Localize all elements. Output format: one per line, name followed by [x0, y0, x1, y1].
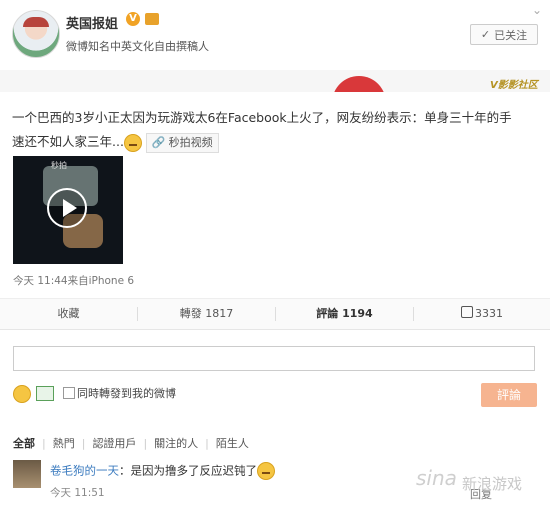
verified-badge-icon: V: [126, 12, 140, 26]
banner-logo: V影影社区: [490, 80, 538, 91]
like-count: 3331: [475, 307, 503, 320]
image-icon[interactable]: [36, 386, 54, 401]
crown-icon: [145, 13, 159, 25]
action-bar: 收藏 轉發 1817 評論 1194 3331: [0, 298, 550, 330]
comment-text: ：是因为撸多了反应迟钝了: [119, 463, 257, 478]
comment-line: 卷毛狗的一天：是因为撸多了反应迟钝了: [50, 462, 275, 480]
ad-banner[interactable]: V影影社区: [0, 70, 550, 92]
post-body: 一个巴西的3岁小正太因为玩游戏太6在Facebook上火了，网友纷纷表示：单身三…: [12, 110, 512, 149]
video-thumbnail[interactable]: 秒拍: [13, 156, 123, 264]
banner-graphic: [332, 76, 386, 92]
commenter-name[interactable]: 卷毛狗的一天: [50, 464, 119, 478]
user-avatar[interactable]: [12, 10, 60, 58]
repost-checkbox-label: 同時轉發到我的微博: [77, 387, 176, 400]
cat-emoji-icon: [123, 133, 142, 152]
follow-label: 已关注: [494, 28, 528, 42]
link-icon: 🔗: [151, 135, 166, 149]
comment-button[interactable]: 評論 1194: [276, 299, 413, 329]
follow-button[interactable]: ✓ 已关注: [470, 24, 538, 45]
video-tag[interactable]: 🔗 秒拍视频: [145, 132, 219, 153]
sina-logo: sina: [416, 466, 457, 490]
filter-all[interactable]: 全部: [13, 435, 35, 451]
chevron-down-icon[interactable]: ⌄: [532, 3, 542, 17]
comment-time: 今天 11:51: [50, 487, 105, 499]
play-icon[interactable]: [47, 188, 87, 228]
check-icon: ✓: [480, 28, 491, 41]
filter-verified[interactable]: 認證用戶: [92, 435, 136, 451]
verify-description: 微博知名中英文化自由撰稿人: [66, 40, 209, 53]
filter-following[interactable]: 關注的人: [154, 435, 198, 451]
filter-hot[interactable]: 熱門: [53, 435, 75, 451]
repost-button[interactable]: 轉發 1817: [138, 299, 275, 329]
username[interactable]: 英国报姐: [66, 13, 118, 32]
repost-checkbox[interactable]: [63, 387, 75, 399]
submit-comment-button[interactable]: 評論: [481, 383, 537, 407]
video-watermark: 秒拍: [51, 161, 67, 170]
comment-filters: 全部 | 熱門 | 認證用戶 | 關注的人 | 陌生人: [13, 435, 249, 451]
comment-input[interactable]: [13, 346, 535, 371]
watermark-text: 新浪游戏: [462, 475, 523, 493]
video-tag-label: 秒拍视频: [168, 135, 213, 149]
emoji-icon[interactable]: [13, 385, 31, 403]
favorite-button[interactable]: 收藏: [0, 299, 137, 329]
commenter-avatar[interactable]: [13, 460, 41, 488]
like-button[interactable]: 3331: [414, 299, 550, 329]
cat-emoji-icon: [257, 462, 275, 480]
filter-strangers[interactable]: 陌生人: [216, 435, 249, 451]
post-meta: 今天 11:44来自iPhone 6: [13, 275, 135, 287]
post-text: 一个巴西的3岁小正太因为玩游戏太6在Facebook上火了，网友纷纷表示：单身三…: [12, 106, 522, 154]
thumbs-up-icon: [461, 306, 473, 318]
